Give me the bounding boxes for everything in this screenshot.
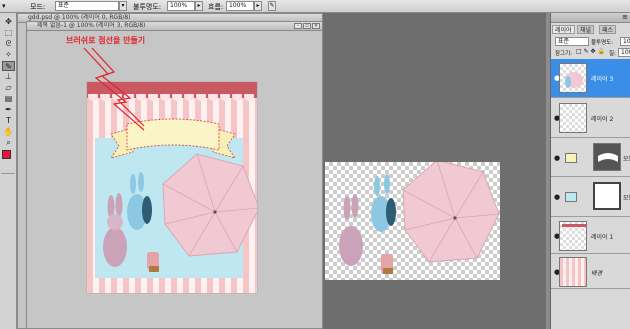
marquee-tool-icon[interactable]: ⬚	[2, 28, 15, 38]
vector-mask-thumbnail	[593, 182, 621, 210]
layer-thumbnail	[565, 192, 577, 202]
layer-row-2[interactable]: ● 레이어 2	[551, 99, 630, 138]
stamp-tool-icon[interactable]: ⊥	[2, 72, 15, 82]
layer-name: 배경	[591, 270, 603, 277]
vector-mask-thumbnail	[593, 143, 621, 171]
layer-name: 레이어 2	[591, 116, 614, 123]
layer-row-3[interactable]: ● 레이어 3	[551, 59, 630, 98]
zoom-tool-icon[interactable]: ⌕	[2, 138, 15, 148]
layer-preview-art	[339, 159, 500, 274]
blend-mode-select[interactable]: 표준	[555, 37, 589, 46]
move-tool-icon[interactable]: ✥	[2, 17, 15, 27]
eraser-tool-icon[interactable]: ▱	[2, 83, 15, 93]
layer-thumbnail	[565, 153, 577, 163]
document-title-front[interactable]: 제목 없음-1 @ 100% (레이어 3, RGB/8)	[27, 22, 322, 31]
wand-tool-icon[interactable]: ✧	[2, 50, 15, 60]
tab-channels[interactable]: 채널	[577, 25, 595, 34]
pen-tool-icon[interactable]: ✒	[2, 105, 15, 115]
opacity-slider-icon[interactable]: ▸	[195, 1, 203, 11]
layer-row-1[interactable]: ● 레이어 1	[551, 218, 630, 254]
eye-icon[interactable]: ●	[553, 154, 561, 162]
options-bar: ▾ 모드: 표준 ▾ 불투명도: 100% ▸ 흐름: 100% ▸ ✎	[0, 0, 630, 13]
layers-panel: ≡ 레이어 채널 패스 표준 불투명도: 100 잠그기: □ ✎ ✥ 🔒 칠:…	[550, 13, 630, 329]
airbrush-icon[interactable]: ✎	[268, 1, 276, 11]
type-tool-icon[interactable]: T	[2, 116, 15, 126]
layer-opacity-input[interactable]: 100	[620, 37, 630, 46]
red-lightning	[83, 47, 145, 131]
layer-row-shape-blue[interactable]: ● 모양	[551, 178, 630, 217]
panel-header: ≡	[551, 13, 630, 23]
chevron-down-icon[interactable]: ▾	[119, 1, 127, 11]
layer-thumbnail	[559, 63, 587, 93]
flow-label: 흐름:	[208, 3, 224, 11]
layer-name: 레이어 3	[591, 76, 614, 83]
close-icon[interactable]: ×	[312, 23, 320, 29]
layer-thumbnail	[559, 103, 587, 133]
layer-name: 모양	[623, 156, 630, 163]
layer-name: 모양	[623, 195, 630, 202]
fill-input[interactable]: 100	[618, 48, 630, 57]
tab-paths[interactable]: 패스	[599, 25, 617, 34]
layer-name: 레이어 1	[591, 234, 614, 241]
layer-thumbnail	[559, 221, 587, 251]
tab-layers[interactable]: 레이어	[552, 25, 575, 34]
fill-label: 칠:	[609, 51, 616, 57]
opacity-label: 불투명도:	[133, 3, 162, 11]
divider	[1, 173, 15, 174]
layer-thumbnail	[559, 257, 587, 287]
lock-label: 잠그기:	[555, 51, 573, 57]
bottom-border	[87, 278, 258, 294]
flow-slider-icon[interactable]: ▸	[254, 1, 262, 11]
gradient-tool-icon[interactable]: ▤	[2, 94, 15, 104]
layer-row-shape-yellow[interactable]: ● ⛓ 모양	[551, 139, 630, 177]
layers-empty-area	[551, 290, 630, 329]
annotation-text: 브러쉬로 점선을 만들기	[66, 36, 146, 45]
toolbox: ✥ ⬚ ᘓ ✧ ✎ ⊥ ▱ ▤ ✒ T ✋ ⌕	[0, 13, 17, 329]
layer-row-background[interactable]: ● 배경	[551, 255, 630, 289]
eye-icon[interactable]: ●	[553, 193, 561, 201]
hand-tool-icon[interactable]: ✋	[2, 127, 15, 137]
brush-icon[interactable]: ✎	[2, 61, 15, 71]
flow-input[interactable]: 100%	[226, 1, 254, 11]
tool-preset-icon[interactable]: ▾	[2, 2, 6, 10]
minimize-icon[interactable]: –	[294, 23, 302, 29]
foreground-color-swatch[interactable]	[2, 150, 11, 159]
lock-icons[interactable]: □ ✎ ✥ 🔒	[576, 48, 605, 55]
maximize-icon[interactable]: ▫	[303, 23, 311, 29]
mode-select[interactable]: 표준	[55, 1, 119, 11]
layer-opacity-label: 불투명도:	[591, 40, 614, 46]
lasso-tool-icon[interactable]: ᘓ	[2, 39, 15, 49]
transparent-canvas[interactable]	[325, 159, 500, 280]
mode-label: 모드:	[30, 3, 46, 11]
opacity-input[interactable]: 100%	[167, 1, 195, 11]
panel-menu-icon[interactable]: ≡	[622, 13, 628, 21]
